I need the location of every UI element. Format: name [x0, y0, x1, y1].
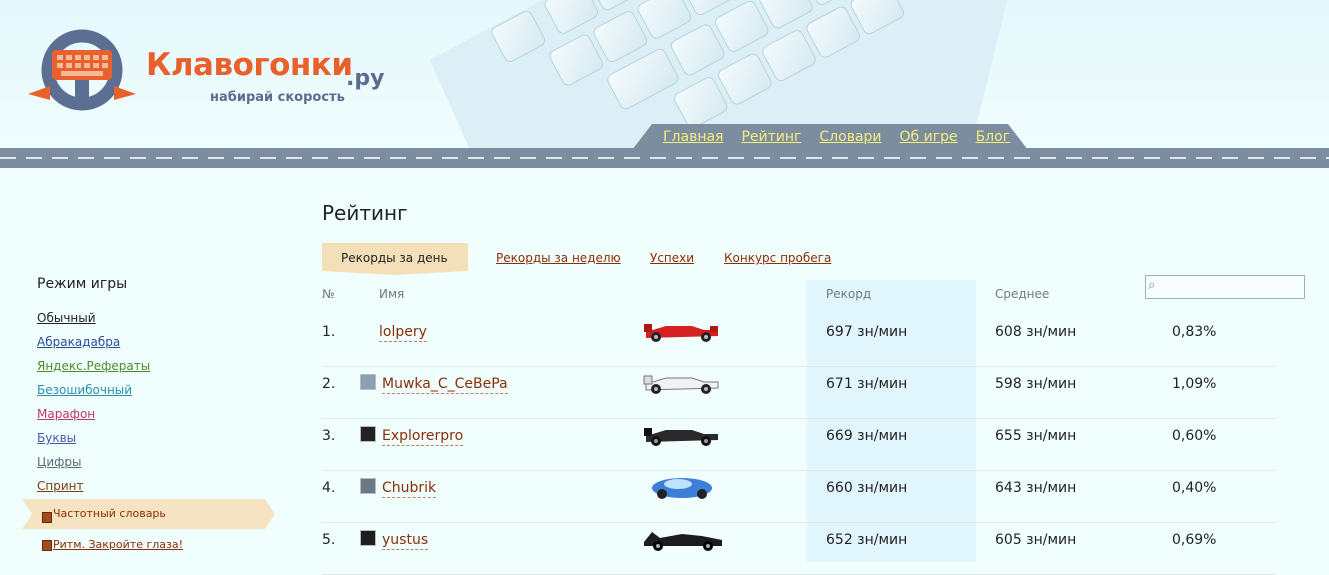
white-formula-car-icon	[643, 375, 719, 394]
active-vocabulary-item[interactable]: Частотный словарь	[22, 499, 275, 529]
avatar[interactable]	[360, 374, 376, 390]
mode-link-letters[interactable]: Буквы	[37, 426, 150, 450]
column-header-number: №	[322, 287, 335, 301]
row-record: 671 зн/мин	[826, 376, 908, 392]
row-average: 655 зн/мин	[995, 428, 1077, 444]
column-header-record[interactable]: Рекорд	[826, 287, 871, 301]
red-formula-car-icon	[644, 324, 718, 342]
main-nav: Главная Рейтинг Словари Об игре Блог	[663, 129, 1010, 145]
nav-link-about[interactable]: Об игре	[900, 129, 958, 145]
game-mode-list: Обычный Абракадабра Яндекс.Рефераты Безо…	[37, 306, 150, 498]
tab-records-day-label: Рекорды за день	[341, 251, 448, 265]
table-row: 4. Chubrik 660 зн/мин 643 зн/мин 0,40%	[322, 470, 1276, 523]
brand-name: Клавогонки	[146, 47, 353, 83]
row-record: 697 зн/мин	[826, 324, 908, 340]
brand-domain: .ру	[346, 66, 385, 91]
avatar[interactable]	[360, 478, 376, 494]
page-title: Рейтинг	[322, 201, 408, 225]
player-name-link[interactable]: Explorerpro	[382, 428, 464, 446]
brand-slogan: набирай скорость	[210, 90, 345, 105]
mode-link-errorless[interactable]: Безошибочный	[37, 378, 150, 402]
row-error-rate: 0,69%	[1172, 532, 1217, 548]
tab-records-week[interactable]: Рекорды за неделю	[496, 251, 621, 265]
tab-records-day[interactable]: Рекорды за день	[322, 243, 468, 275]
row-rank: 1.	[322, 324, 336, 340]
nav-link-dictionaries[interactable]: Словари	[819, 129, 881, 145]
row-rank: 2.	[322, 376, 336, 392]
row-average: 605 зн/мин	[995, 532, 1077, 548]
row-average: 598 зн/мин	[995, 376, 1077, 392]
game-mode-title: Режим игры	[37, 276, 128, 292]
book-icon	[42, 512, 52, 523]
row-record: 660 зн/мин	[826, 480, 908, 496]
mode-link-sprint[interactable]: Спринт	[37, 474, 150, 498]
player-name-link[interactable]: Chubrik	[382, 480, 437, 498]
nav-link-blog[interactable]: Блог	[976, 129, 1010, 145]
magnifier-icon: ⌕	[1148, 278, 1156, 293]
steering-wheel-icon	[28, 29, 136, 111]
row-error-rate: 0,83%	[1172, 324, 1217, 340]
row-rank: 4.	[322, 480, 336, 496]
mode-link-digits[interactable]: Цифры	[37, 450, 150, 474]
row-record: 652 зн/мин	[826, 532, 908, 548]
avatar[interactable]	[360, 530, 376, 546]
row-error-rate: 0,40%	[1172, 480, 1217, 496]
road-dashed-line	[0, 157, 1329, 159]
vocabulary-link-rhythm[interactable]: Ритм. Закройте глаза!	[53, 538, 183, 551]
row-record: 669 зн/мин	[826, 428, 908, 444]
tab-mileage-contest[interactable]: Конкурс пробега	[724, 251, 831, 265]
black-formula-car-icon	[644, 428, 718, 446]
mode-link-marathon[interactable]: Марафон	[37, 402, 150, 426]
player-name-link[interactable]: yustus	[382, 532, 429, 550]
avatar[interactable]	[360, 426, 376, 442]
column-header-name: Имя	[379, 287, 405, 301]
row-error-rate: 1,09%	[1172, 376, 1217, 392]
active-vocabulary-label: Частотный словарь	[53, 507, 166, 520]
table-row: 1. lolpery 697 зн/мин 608 зн/мин 0,83%	[322, 314, 1276, 367]
mode-link-normal[interactable]: Обычный	[37, 306, 150, 330]
mode-link-abracadabra[interactable]: Абракадабра	[37, 330, 150, 354]
row-rank: 5.	[322, 532, 336, 548]
nav-link-rating[interactable]: Рейтинг	[741, 129, 801, 145]
book-icon	[42, 540, 52, 551]
player-name-link[interactable]: lolpery	[379, 324, 427, 342]
row-average: 643 зн/мин	[995, 480, 1077, 496]
row-rank: 3.	[322, 428, 336, 444]
blue-concept-car-icon	[652, 478, 712, 499]
table-row: 2. Muwka_C_CeBePa 671 зн/мин 598 зн/мин …	[322, 366, 1276, 419]
batmobile-car-icon	[644, 532, 722, 551]
row-average: 608 зн/мин	[995, 324, 1077, 340]
mode-link-yandex-referats[interactable]: Яндекс.Рефераты	[37, 354, 150, 378]
nav-link-home[interactable]: Главная	[663, 129, 723, 145]
player-name-link[interactable]: Muwka_C_CeBePa	[382, 376, 508, 394]
table-row: 3. Explorerpro 669 зн/мин 655 зн/мин 0,6…	[322, 418, 1276, 471]
search-input[interactable]: ⌕	[1145, 275, 1305, 299]
table-row: 5. yustus 652 зн/мин 605 зн/мин 0,69%	[322, 522, 1276, 575]
column-header-average[interactable]: Среднее	[995, 287, 1049, 301]
row-error-rate: 0,60%	[1172, 428, 1217, 444]
tab-achievements[interactable]: Успехи	[650, 251, 694, 265]
site-header: Клавогонки .ру набирай скорость Главная …	[0, 0, 1329, 168]
